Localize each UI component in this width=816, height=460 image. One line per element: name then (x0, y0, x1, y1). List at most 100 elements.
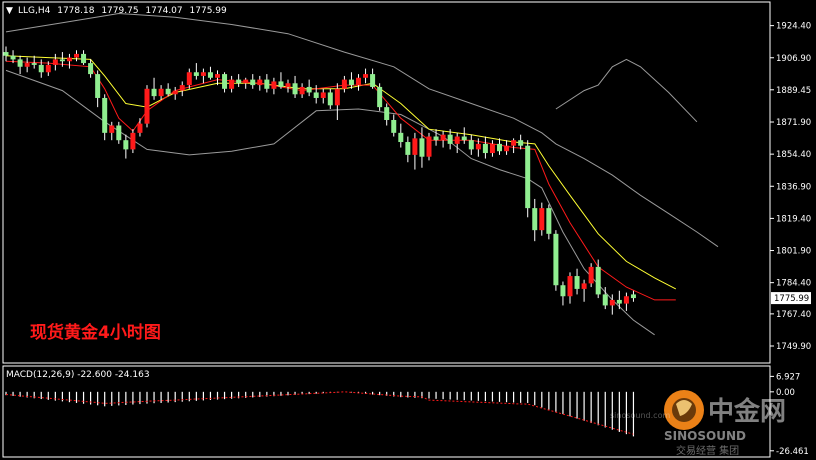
bull-candle-body (74, 53, 79, 58)
bear-candle-body (116, 125, 122, 141)
symbol-label: LLG,H4 (18, 6, 51, 16)
bull-candle-body (299, 86, 305, 95)
bear-candle-body (313, 92, 319, 98)
bull-candle-body (609, 299, 615, 306)
bear-candle-body (468, 140, 474, 150)
bear-candle-body (38, 64, 44, 73)
watermark-latin: SINOSOUND (664, 429, 746, 443)
bull-candle-body (511, 140, 517, 146)
bear-candle-body (264, 79, 270, 89)
bull-candle-body (257, 79, 263, 86)
bear-candle-body (88, 63, 94, 75)
candle (553, 230, 559, 291)
macd-axis-label: 6.927 (776, 372, 800, 382)
macd-header: MACD(12,26,9) -22.600 -24.163 (6, 370, 150, 380)
price-axis-label: 1854.40 (776, 150, 811, 160)
bull-candle-body (412, 138, 418, 155)
bull-candle-body (440, 134, 446, 141)
current-price-tag: 1775.99 (771, 292, 811, 305)
price-axis-label: 1906.90 (776, 54, 811, 64)
bull-candle-body (215, 74, 220, 78)
bull-candle-body (489, 143, 495, 154)
candle (426, 132, 432, 161)
bull-candle-body (137, 123, 143, 133)
price-axis-label: 1749.90 (776, 342, 811, 352)
bull-candle-body (144, 88, 150, 124)
bull-candle-body (588, 266, 594, 284)
bull-candle-body (426, 136, 432, 157)
bear-candle-body (95, 74, 101, 98)
price-axis-label: 1889.45 (776, 86, 811, 96)
candle (377, 83, 383, 111)
bear-candle-body (532, 208, 538, 231)
bear-candle-body (31, 63, 37, 65)
bear-candle-body (81, 53, 87, 64)
bull-candle-body (24, 63, 30, 67)
bear-candle-body (327, 92, 333, 106)
bull-candle-body (66, 57, 72, 62)
bear-candle-body (377, 86, 383, 108)
bear-candle-body (574, 276, 580, 289)
bear-candle-body (525, 145, 531, 209)
bear-candle-body (433, 136, 439, 141)
bear-candle-body (384, 107, 390, 120)
low-value: 1774.07 (145, 6, 182, 16)
bear-candle-body (278, 81, 284, 87)
watermark-brand: 中金网 (708, 396, 786, 427)
bear-candle-body (59, 59, 65, 62)
bull-candle-body (271, 81, 277, 89)
bear-candle-body (518, 140, 524, 146)
bear-candle-body (497, 143, 502, 152)
bear-candle-body (546, 208, 552, 234)
high-value: 1779.75 (101, 6, 138, 16)
bull-candle-body (243, 79, 249, 84)
bear-candle-body (306, 86, 312, 93)
close-value: 1775.99 (190, 6, 227, 16)
bear-candle-body (165, 88, 171, 95)
price-axis-label: 1819.40 (776, 214, 811, 224)
bull-candle-body (581, 283, 587, 289)
price-axis-label: 1784.40 (776, 279, 811, 289)
bull-candle-body (52, 59, 58, 65)
bear-candle-body (419, 138, 425, 157)
price-axis-label: 1871.90 (776, 118, 811, 128)
macd-axis-label: -26.461 (776, 447, 809, 457)
bear-candle-body (193, 72, 199, 76)
bear-candle-body (17, 59, 23, 67)
bull-candle-body (109, 125, 115, 133)
bull-candle-body (539, 208, 545, 231)
bull-candle-body (363, 74, 369, 78)
chart-annotation: 现货黄金4小时图 (30, 322, 161, 343)
candle (144, 85, 150, 128)
bull-candle-body (341, 79, 347, 89)
bear-candle-body (370, 74, 376, 87)
bear-candle-body (292, 83, 298, 95)
bear-candle-body (123, 140, 129, 150)
bear-candle-body (553, 233, 559, 286)
bull-candle-body (356, 77, 361, 86)
bear-candle-body (602, 294, 608, 306)
chart-canvas: 1924.40 1906.90 1889.45 1871.90 1854.40 1836.… (0, 0, 816, 460)
bear-candle-body (10, 55, 16, 60)
bull-candle-body (623, 296, 629, 304)
bear-candle-body (616, 299, 622, 304)
bear-candle-body (447, 134, 453, 144)
bull-candle-body (504, 145, 510, 152)
bear-candle-body (348, 79, 354, 86)
chart-header-arrow: ▼ (6, 6, 13, 16)
open-value: 1778.18 (57, 6, 94, 16)
bull-candle-body (158, 88, 164, 97)
price-axis-label: 1924.40 (776, 22, 811, 32)
watermark-domain: sinosound.com (610, 411, 670, 420)
bull-candle-body (320, 92, 326, 98)
bear-candle-body (482, 143, 488, 154)
bull-candle-body (229, 79, 235, 89)
price-axis-label: 1836.90 (776, 182, 811, 192)
current-price-label: 1775.99 (774, 294, 809, 304)
bull-candle-body (186, 72, 192, 86)
bear-candle-body (398, 132, 404, 143)
bull-candle-body (179, 85, 185, 91)
bear-candle-body (151, 88, 157, 97)
svg-text:LLG,H4 1778.18 1779.75: LLG,H4 1778.18 1779.75 1774.07 1775.99 (18, 6, 227, 16)
candle (525, 140, 531, 218)
